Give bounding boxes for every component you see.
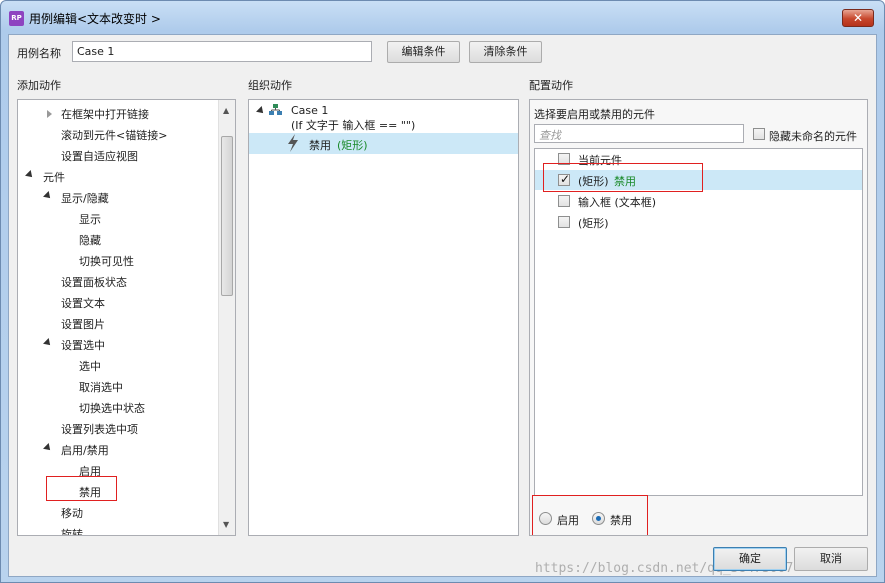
- widget-label[interactable]: 输入框 (文本框): [578, 194, 656, 210]
- expanded-arrow-icon[interactable]: [43, 191, 53, 201]
- action-label: 禁用: [309, 139, 331, 152]
- lightning-icon: [287, 134, 299, 155]
- tree-item-select[interactable]: 选中: [79, 358, 101, 374]
- hide-unnamed-checkbox[interactable]: [753, 128, 765, 140]
- scroll-up-icon[interactable]: ▲: [223, 106, 229, 115]
- close-button[interactable]: ✕: [842, 9, 874, 27]
- add-actions-title: 添加动作: [17, 79, 61, 92]
- tree-item-set-list-selected[interactable]: 设置列表选中项: [61, 421, 138, 437]
- hide-unnamed-label: 隐藏未命名的元件: [769, 130, 857, 143]
- tree-item-set-text[interactable]: 设置文本: [61, 295, 105, 311]
- tree-scrollbar[interactable]: ▲ ▼: [218, 100, 235, 535]
- selected-action-row[interactable]: 禁用 (矩形): [249, 133, 518, 155]
- collapsed-arrow-icon[interactable]: [47, 110, 52, 118]
- tree-item-enable-disable[interactable]: 启用/禁用: [61, 442, 109, 458]
- tree-item-toggle-selected[interactable]: 切换选中状态: [79, 400, 145, 416]
- dialog-body: 用例名称 Case 1 编辑条件 清除条件 添加动作 组织动作 配置动作 在框架…: [8, 34, 877, 577]
- scroll-thumb[interactable]: [221, 136, 233, 296]
- case-icon: [269, 104, 282, 119]
- expanded-arrow-icon[interactable]: [25, 170, 35, 180]
- clear-conditions-button[interactable]: 清除条件: [469, 41, 542, 63]
- axure-rp-icon: RP: [9, 11, 24, 26]
- tree-item-set-adaptive-view[interactable]: 设置自适应视图: [61, 148, 138, 164]
- case-name-label: 用例名称: [17, 47, 61, 60]
- widget-list[interactable]: 当前元件 ✓ (矩形) 禁用 输入框 (文本框) (矩形): [534, 148, 863, 496]
- highlight-box: [46, 476, 117, 501]
- tree-item-move[interactable]: 移动: [61, 505, 83, 521]
- tree-item-show[interactable]: 显示: [79, 211, 101, 227]
- action-target: (矩形): [337, 139, 368, 152]
- widget-checkbox[interactable]: [558, 216, 570, 228]
- edit-conditions-button[interactable]: 编辑条件: [387, 41, 460, 63]
- organize-actions-title: 组织动作: [248, 79, 292, 92]
- expanded-arrow-icon[interactable]: [256, 106, 266, 116]
- configure-actions-title: 配置动作: [529, 79, 573, 92]
- search-input[interactable]: 查找: [534, 124, 744, 143]
- tree-item-set-panel-state[interactable]: 设置面板状态: [61, 274, 127, 290]
- cancel-button[interactable]: 取消: [794, 547, 868, 571]
- window-title: 用例编辑<文本改变时 >: [29, 12, 161, 26]
- add-actions-tree[interactable]: 在框架中打开链接 滚动到元件<锚链接> 设置自适应视图 元件 显示/隐藏 显示 …: [17, 99, 236, 536]
- dialog-window: RP 用例编辑<文本改变时 > ✕ 用例名称 Case 1 编辑条件 清除条件 …: [0, 0, 885, 583]
- case-name-input[interactable]: Case 1: [72, 41, 372, 62]
- tree-item-widgets[interactable]: 元件: [43, 169, 65, 185]
- expanded-arrow-icon[interactable]: [43, 443, 53, 453]
- ok-button[interactable]: 确定: [713, 547, 787, 571]
- widget-checkbox[interactable]: [558, 195, 570, 207]
- tree-item-set-selected[interactable]: 设置选中: [61, 337, 105, 353]
- tree-item-toggle-visibility[interactable]: 切换可见性: [79, 253, 134, 269]
- widget-label[interactable]: (矩形): [578, 215, 609, 231]
- title-bar[interactable]: RP 用例编辑<文本改变时 > ✕: [1, 1, 884, 35]
- tree-item-scroll-to-widget[interactable]: 滚动到元件<锚链接>: [61, 127, 167, 143]
- tree-item-hide[interactable]: 隐藏: [79, 232, 101, 248]
- tree-item-rotate[interactable]: 旋转: [61, 526, 83, 535]
- expanded-arrow-icon[interactable]: [43, 338, 53, 348]
- scroll-down-icon[interactable]: ▼: [223, 520, 229, 529]
- configure-actions-panel: 选择要启用或禁用的元件 查找 隐藏未命名的元件 当前元件 ✓ (矩形) 禁用 输…: [529, 99, 868, 536]
- highlight-box: [532, 495, 648, 535]
- configure-subtitle: 选择要启用或禁用的元件: [534, 108, 655, 121]
- organize-actions-tree[interactable]: Case 1 (If 文字于 输入框 == "") 禁用 (矩形): [248, 99, 519, 536]
- tree-item-open-link-in-frame[interactable]: 在框架中打开链接: [61, 106, 149, 122]
- highlight-box: [543, 163, 703, 192]
- tree-item-show-hide[interactable]: 显示/隐藏: [61, 190, 109, 206]
- tree-item-unselect[interactable]: 取消选中: [79, 379, 123, 395]
- case-label[interactable]: Case 1: [291, 104, 328, 117]
- case-condition: (If 文字于 输入框 == ""): [291, 119, 416, 132]
- tree-item-set-image[interactable]: 设置图片: [61, 316, 105, 332]
